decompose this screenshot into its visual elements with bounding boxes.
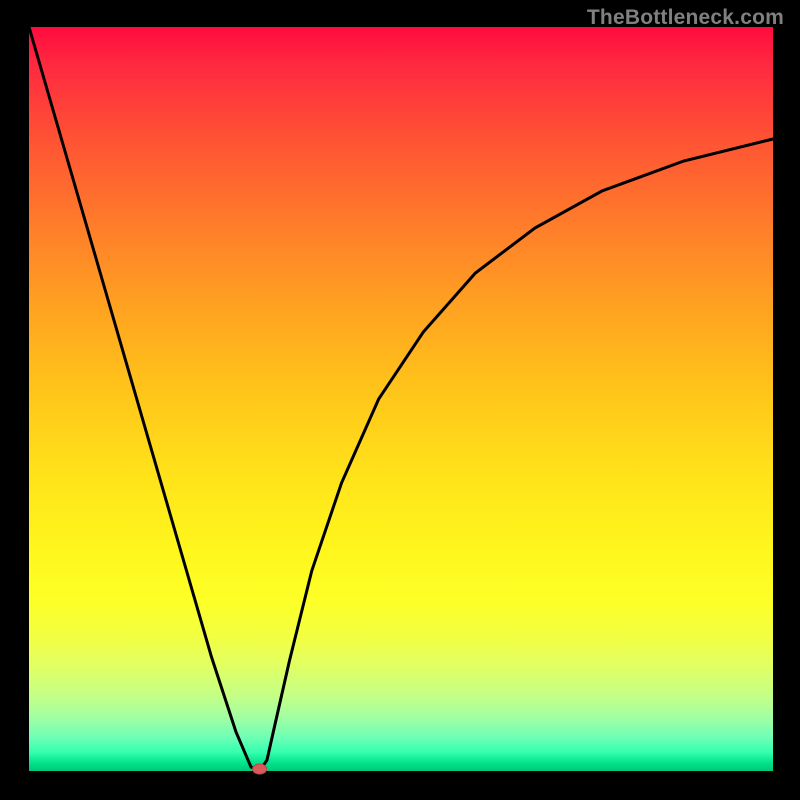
chart-svg [29,27,773,771]
chart-container: { "watermark": "TheBottleneck.com", "cha… [0,0,800,800]
optimum-marker [253,764,267,774]
bottleneck-curve [29,27,773,771]
watermark-text: TheBottleneck.com [587,6,784,30]
